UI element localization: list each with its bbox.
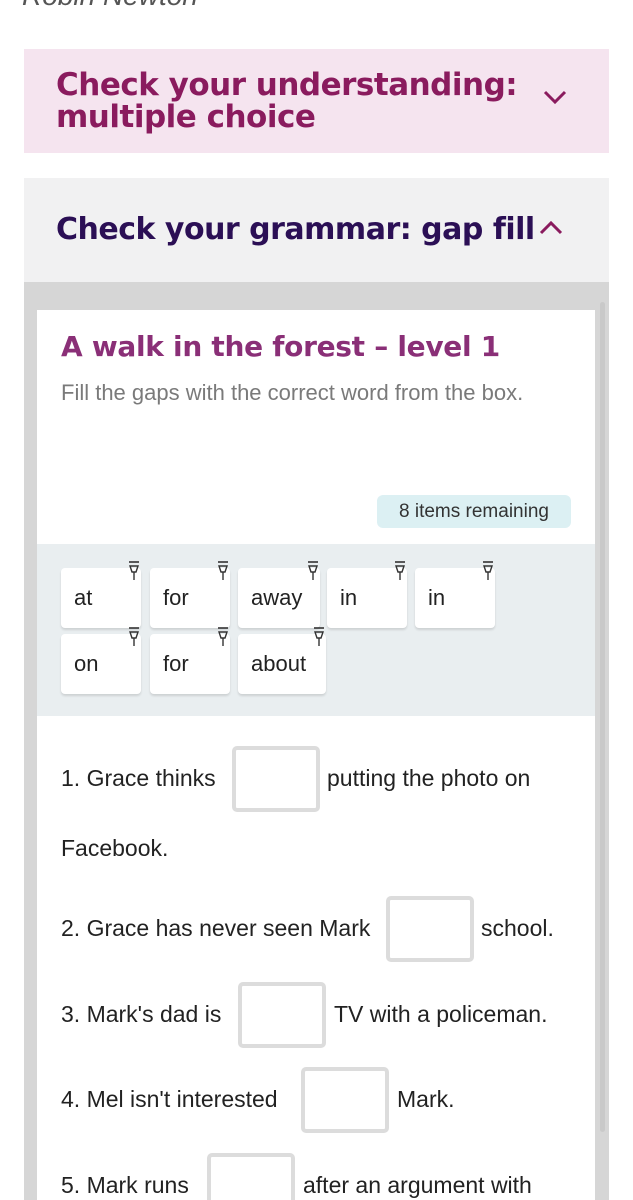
gap-drop-zone[interactable] (386, 896, 474, 962)
word-chip[interactable]: in (415, 561, 495, 628)
word-chip[interactable]: for (150, 627, 230, 694)
question-3-before: 3. Mark's dad is (61, 1001, 222, 1027)
author-name: Robin Newton (22, 0, 198, 12)
exercise-card: A walk in the forest – level 1 Fill the … (37, 310, 595, 1200)
scrollbar[interactable] (600, 302, 605, 1132)
gap-drop-zone[interactable] (301, 1067, 389, 1133)
accordion-title: Check your understanding: multiple choic… (56, 67, 518, 135)
question-1-after: putting the photo on (327, 765, 531, 791)
pin-icon (314, 627, 324, 646)
accordion-multiple-choice[interactable]: Check your understanding: multiple choic… (24, 49, 609, 153)
word-chip[interactable]: for (150, 561, 230, 628)
word-bank: at for away in in on for about (37, 544, 595, 716)
question-1-before: 1. Grace thinks (61, 765, 216, 791)
exercise-instruction: Fill the gaps with the correct word from… (61, 380, 524, 405)
pin-icon (129, 627, 139, 646)
question-2-before: 2. Grace has never seen Mark (61, 915, 371, 941)
chevron-up-icon[interactable] (537, 218, 565, 238)
gap-drop-zone[interactable] (238, 982, 326, 1048)
word-chip[interactable]: away (238, 561, 320, 628)
gap-drop-zone[interactable] (207, 1153, 295, 1200)
question-1-continuation: Facebook. (61, 835, 169, 861)
word-chip[interactable]: at (61, 561, 141, 628)
pin-icon (129, 561, 139, 580)
chevron-down-icon[interactable] (541, 87, 569, 107)
question-5-before: 5. Mark runs (61, 1172, 189, 1198)
accordion-gap-fill[interactable]: Check your grammar: gap fill (24, 178, 609, 282)
question-2-after: school. (481, 915, 554, 941)
pin-icon (483, 561, 493, 580)
question-3-after: TV with a policeman. (334, 1001, 548, 1027)
question-4-before: 4. Mel isn't interested (61, 1086, 278, 1112)
word-chip[interactable]: about (238, 627, 326, 694)
question-5-after: after an argument with (303, 1172, 532, 1198)
word-chip[interactable]: on (61, 627, 141, 694)
items-remaining-badge: 8 items remaining (377, 495, 571, 528)
exercise-title: A walk in the forest – level 1 (61, 330, 500, 363)
pin-icon (218, 561, 228, 580)
gap-drop-zone[interactable] (232, 746, 320, 812)
pin-icon (308, 561, 318, 580)
accordion-title: Check your grammar: gap fill (56, 212, 535, 247)
word-chip[interactable]: in (327, 561, 407, 628)
pin-icon (218, 627, 228, 646)
question-4-after: Mark. (397, 1086, 455, 1112)
pin-icon (395, 561, 405, 580)
